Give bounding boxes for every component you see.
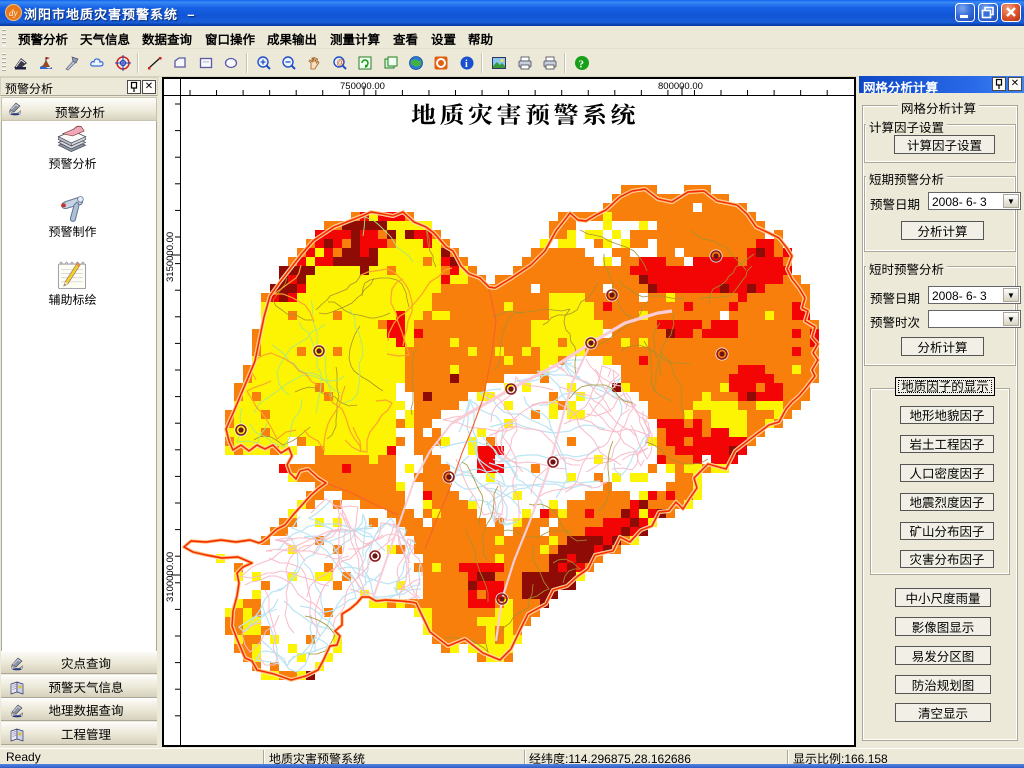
svg-text:3150000.00: 3150000.00: [165, 232, 176, 282]
svg-text:3100000.00: 3100000.00: [165, 552, 176, 602]
svg-text:750000.00: 750000.00: [340, 81, 385, 92]
svg-text:@: @: [336, 58, 344, 67]
svg-text:dy: dy: [9, 8, 18, 18]
svg-text:?: ?: [579, 59, 585, 71]
svg-text:800000.00: 800000.00: [658, 81, 703, 92]
svg-text:i: i: [465, 59, 468, 70]
